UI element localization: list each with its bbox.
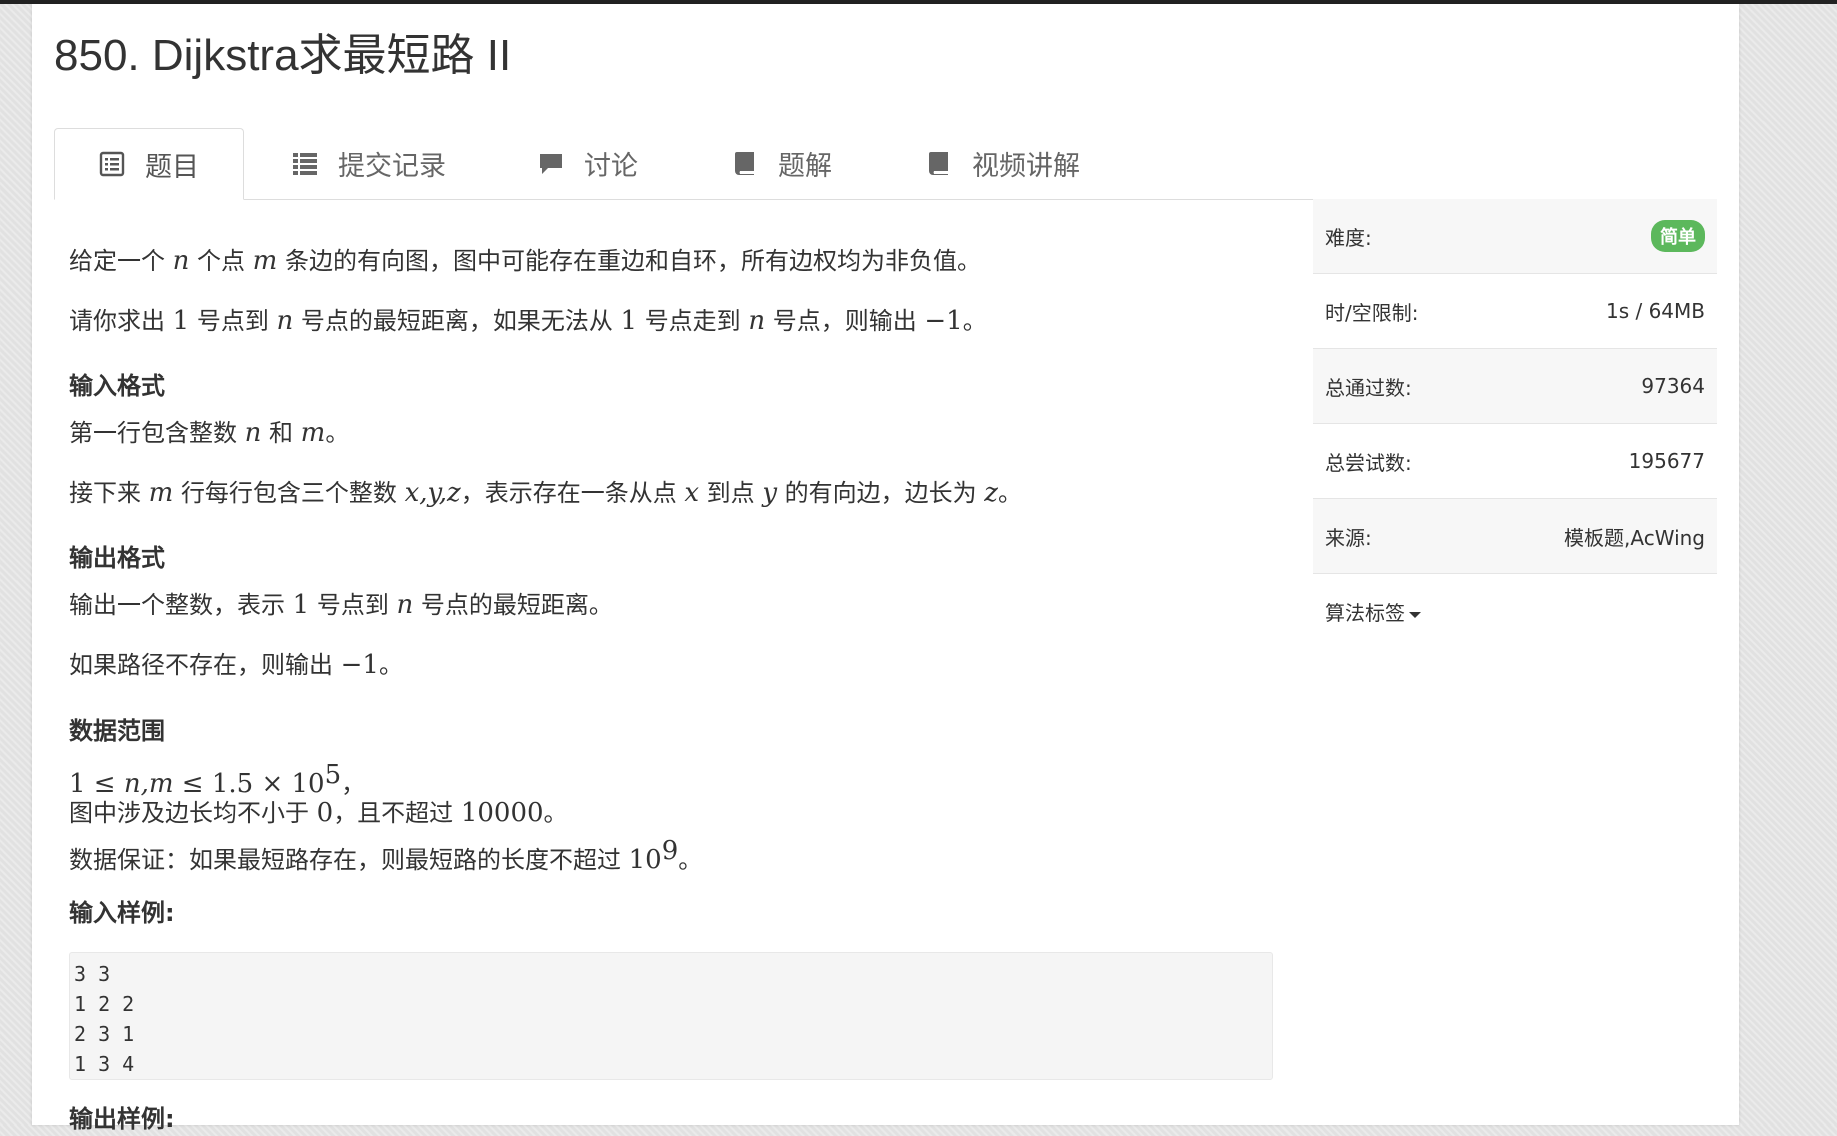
list-alt-icon	[99, 151, 125, 177]
book-icon	[735, 152, 754, 175]
problem-info-sidebar: 难度: 简单 时/空限制: 1s / 64MB 总通过数: 97364 总尝试数…	[1313, 199, 1717, 649]
input-line-2: 接下来 m 行每行包含三个整数 x,y,z，表示存在一条从点 x 到点 y 的有…	[69, 478, 1022, 508]
source-label: 来源:	[1325, 525, 1372, 550]
source-value: 模板题,AcWing	[1564, 525, 1705, 550]
input-format-heading: 输入格式	[69, 372, 165, 400]
code-line: 2 3 1	[74, 1022, 135, 1046]
tab-video[interactable]: 视频讲解	[926, 128, 1080, 198]
difficulty-badge: 简单	[1651, 220, 1705, 252]
tab-submissions-label: 提交记录	[338, 150, 446, 182]
book-icon	[929, 152, 948, 175]
passed-label: 总通过数:	[1325, 375, 1412, 400]
tab-solutions[interactable]: 题解	[732, 128, 832, 198]
sample-input-code[interactable]: 3 3 1 2 2 2 3 1 1 3 4	[69, 952, 1273, 1080]
code-line: 1 2 2	[74, 992, 135, 1016]
passed-row: 总通过数: 97364	[1313, 349, 1717, 424]
source-row: 来源: 模板题,AcWing	[1313, 499, 1717, 574]
comment-icon	[540, 154, 562, 174]
limit-value: 1s / 64MB	[1605, 299, 1705, 323]
tried-row: 总尝试数: 195677	[1313, 424, 1717, 499]
algorithm-tags-label: 算法标签	[1325, 601, 1405, 625]
data-range-heading: 数据范围	[69, 717, 165, 745]
algorithm-tags-dropdown[interactable]: 算法标签	[1325, 597, 1421, 626]
tab-video-label: 视频讲解	[972, 150, 1080, 182]
sample-input-heading: 输入样例:	[69, 899, 175, 927]
difficulty-label: 难度:	[1325, 225, 1372, 250]
difficulty-row: 难度: 简单	[1313, 199, 1717, 274]
tried-value: 195677	[1628, 449, 1705, 473]
range-line-1: 1 ≤ n,m ≤ 1.5 × 105，	[69, 760, 366, 799]
input-line-1: 第一行包含整数 n 和 m。	[69, 418, 350, 448]
code-line: 1 3 4	[74, 1052, 135, 1076]
range-line-2: 图中涉及边长均不小于 0，且不超过 10000。	[69, 798, 568, 828]
limit-row: 时/空限制: 1s / 64MB	[1313, 274, 1717, 349]
sample-output-heading: 输出样例:	[69, 1105, 175, 1133]
code-line: 3 3	[74, 962, 111, 986]
tab-bar: 题目 提交记录 讨论 题解 视频讲解	[54, 128, 1717, 200]
output-line-1: 输出一个整数，表示 1 号点到 n 号点的最短距离。	[69, 590, 613, 620]
problem-panel: 850. Dijkstra求最短路 II 题目 提交记录 讨论 题解 视频讲解 …	[32, 4, 1739, 1133]
tab-solutions-label: 题解	[778, 150, 832, 182]
desc-paragraph-2: 请你求出 1 号点到 n 号点的最短距离，如果无法从 1 号点走到 n 号点，则…	[69, 306, 987, 336]
tried-label: 总尝试数:	[1325, 450, 1412, 475]
tab-problem-label: 题目	[145, 151, 199, 183]
tab-problem[interactable]: 题目	[54, 128, 244, 200]
tags-row: 算法标签	[1313, 574, 1717, 649]
list-icon	[293, 153, 317, 175]
problem-title: 850. Dijkstra求最短路 II	[54, 31, 512, 80]
passed-value: 97364	[1641, 374, 1705, 398]
tab-discussion-label: 讨论	[584, 150, 638, 182]
tab-discussion[interactable]: 讨论	[538, 128, 638, 198]
output-line-2: 如果路径不存在，则输出 −1。	[69, 650, 403, 680]
range-line-3: 数据保证：如果最短路存在，则最短路的长度不超过 109。	[69, 836, 703, 875]
tab-submissions[interactable]: 提交记录	[292, 128, 446, 198]
limit-label: 时/空限制:	[1325, 300, 1419, 325]
desc-paragraph-1: 给定一个 n 个点 m 条边的有向图，图中可能存在重边和自环，所有边权均为非负值…	[69, 246, 981, 276]
output-format-heading: 输出格式	[69, 544, 165, 572]
caret-down-icon	[1409, 611, 1421, 618]
